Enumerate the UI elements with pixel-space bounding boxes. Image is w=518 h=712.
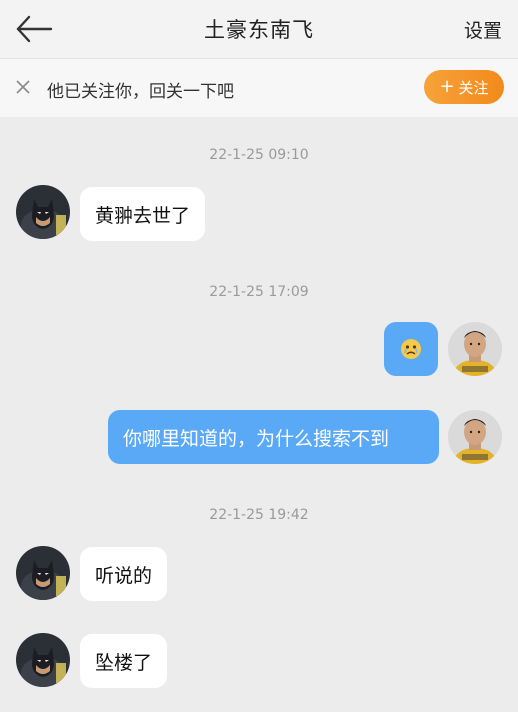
user-photo-avatar-icon (448, 322, 502, 376)
self-avatar[interactable] (448, 410, 502, 464)
message-bubble[interactable]: 坠楼了 (80, 634, 168, 688)
user-photo-avatar-icon (448, 410, 502, 464)
settings-button[interactable]: 设置 (464, 16, 502, 43)
follow-back-button[interactable]: + 关注 (424, 70, 504, 104)
message-text: 黄翀去世了 (95, 204, 191, 227)
message-text: 听说的 (95, 564, 153, 587)
batman-avatar-icon (16, 633, 70, 687)
message-bubble[interactable]: 听说的 (80, 547, 168, 601)
close-icon (16, 80, 30, 94)
contact-avatar[interactable] (16, 633, 70, 687)
batman-avatar-icon (16, 185, 70, 239)
message-bubble[interactable]: 你哪里知道的，为什么搜索不到 (108, 410, 439, 464)
message-text: 坠楼了 (95, 651, 153, 674)
batman-avatar-icon (16, 546, 70, 600)
message-timestamp: 22-1-25 17:09 (209, 284, 309, 300)
self-avatar[interactable] (448, 322, 502, 376)
message-bubble[interactable]: 黄翀去世了 (80, 187, 206, 241)
sad-face-emoji (401, 339, 421, 359)
plus-icon: + (439, 76, 455, 97)
contact-avatar[interactable] (16, 185, 70, 239)
message-timestamp: 22-1-25 09:10 (209, 147, 309, 163)
message-timestamp: 22-1-25 19:42 (209, 507, 309, 523)
follow-notice-bar: 他已关注你，回关一下吧 + 关注 (0, 59, 518, 117)
close-notice-button[interactable] (14, 78, 32, 96)
contact-avatar[interactable] (16, 546, 70, 600)
message-text: 你哪里知道的，为什么搜索不到 (123, 427, 390, 450)
chat-title: 土豪东南飞 (204, 18, 314, 42)
follow-notice-text: 他已关注你，回关一下吧 (47, 82, 234, 102)
top-bar: 土豪东南飞 设置 (0, 0, 518, 59)
message-bubble[interactable] (384, 322, 438, 376)
follow-button-label: 关注 (458, 78, 489, 97)
